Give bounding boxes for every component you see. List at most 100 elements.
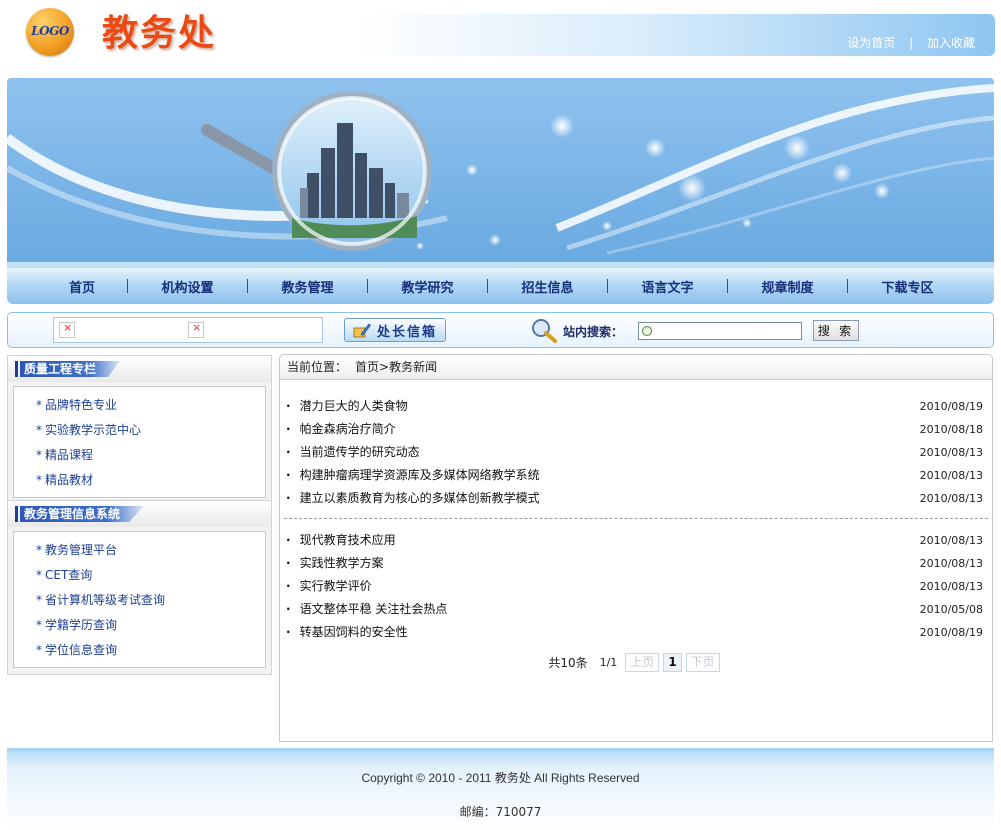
dashed-divider bbox=[284, 518, 988, 519]
nav-cell: 教学研究 bbox=[368, 277, 487, 296]
search-field-icon bbox=[641, 325, 653, 337]
news-date: 2010/08/13 bbox=[919, 469, 983, 482]
nav-item-home[interactable]: 首页 bbox=[69, 277, 95, 296]
breadcrumb-label: 当前位置： bbox=[287, 360, 348, 374]
nav-cell: 首页 bbox=[47, 277, 127, 296]
news-row: 当前遗传学的研究动态 2010/08/13 bbox=[286, 441, 983, 464]
header-accent-bar bbox=[15, 506, 18, 522]
news-title-link[interactable]: 当前遗传学的研究动态 bbox=[286, 441, 420, 464]
sidebar-item-link[interactable]: 学籍学历查询 bbox=[45, 618, 117, 632]
news-title-link[interactable]: 现代教育技术应用 bbox=[286, 529, 396, 552]
nav-item-regulations[interactable]: 规章制度 bbox=[761, 277, 813, 296]
nav-cell: 机构设置 bbox=[128, 277, 247, 296]
nav-item-admissions[interactable]: 招生信息 bbox=[521, 277, 573, 296]
news-date: 2010/05/08 bbox=[919, 603, 983, 616]
nav-item-organization[interactable]: 机构设置 bbox=[161, 277, 213, 296]
news-row: 实践性教学方案 2010/08/13 bbox=[286, 552, 983, 575]
bullet-star: * bbox=[36, 568, 42, 582]
bullet-star: * bbox=[36, 643, 42, 657]
sidebar-item-link[interactable]: 品牌特色专业 bbox=[45, 398, 117, 412]
magnifier-icon bbox=[532, 319, 557, 343]
news-date: 2010/08/13 bbox=[919, 534, 983, 547]
page-indicator: 1/1 bbox=[599, 656, 618, 669]
header-accent-bar bbox=[15, 361, 18, 377]
breadcrumb-path: 首页>教务新闻 bbox=[355, 360, 438, 374]
director-mailbox-button[interactable]: 处长信箱 bbox=[344, 318, 446, 342]
sidebar-item-link[interactable]: 精品课程 bbox=[45, 448, 93, 462]
sidebar-item: * 教务管理平台 bbox=[14, 538, 265, 563]
news-row: 建立以素质教育为核心的多媒体创新教学模式 2010/08/13 bbox=[286, 487, 983, 510]
news-date: 2010/08/18 bbox=[919, 423, 983, 436]
next-page-button[interactable]: 下页 bbox=[685, 653, 720, 672]
current-page[interactable]: 1 bbox=[663, 653, 682, 672]
sidebar-item-link[interactable]: 精品教材 bbox=[45, 473, 93, 487]
sidebar-list: * 品牌特色专业 * 实验教学示范中心 * 精品课程 * 精品教材 bbox=[13, 386, 266, 498]
search-input[interactable] bbox=[638, 322, 802, 340]
sidebar-header: 质量工程专栏 bbox=[8, 356, 271, 382]
sidebar-item-link[interactable]: 学位信息查询 bbox=[45, 643, 117, 657]
nav-cell: 教务管理 bbox=[248, 277, 367, 296]
sidebar-item-link[interactable]: 实验教学示范中心 bbox=[45, 423, 141, 437]
bullet-star: * bbox=[36, 448, 42, 462]
search-button[interactable]: 搜 索 bbox=[813, 320, 859, 341]
prev-page-button[interactable]: 上页 bbox=[625, 653, 660, 672]
nav-item-downloads[interactable]: 下载专区 bbox=[881, 277, 933, 296]
main-nav: 首页 机构设置 教务管理 教学研究 招生信息 语言文字 规章制度 下载专区 bbox=[7, 268, 994, 304]
mailbox-label: 处长信箱 bbox=[377, 324, 438, 340]
login-box bbox=[53, 317, 323, 343]
sidebar-item-link[interactable]: CET查询 bbox=[45, 568, 92, 582]
news-title-link[interactable]: 建立以素质教育为核心的多媒体创新教学模式 bbox=[286, 487, 540, 510]
news-date: 2010/08/19 bbox=[919, 626, 983, 639]
bullet-star: * bbox=[36, 593, 42, 607]
news-row: 转基因饲料的安全性 2010/08/19 bbox=[286, 621, 983, 644]
nav-item-teaching-research[interactable]: 教学研究 bbox=[401, 277, 453, 296]
news-row: 实行教学评价 2010/08/13 bbox=[286, 575, 983, 598]
news-date: 2010/08/13 bbox=[919, 492, 983, 505]
sidebar-item: * 精品教材 bbox=[14, 468, 265, 493]
nav-item-language[interactable]: 语言文字 bbox=[641, 277, 693, 296]
news-date: 2010/08/13 bbox=[919, 446, 983, 459]
pagination: 共10条 1/1 上页 1 下页 bbox=[280, 653, 992, 672]
bullet-star: * bbox=[36, 398, 42, 412]
news-date: 2010/08/19 bbox=[919, 400, 983, 413]
news-date: 2010/08/13 bbox=[919, 557, 983, 570]
record-count: 共10条 bbox=[548, 656, 588, 670]
logo-text: LOGO bbox=[31, 24, 69, 38]
sidebar-item: * 品牌特色专业 bbox=[14, 393, 265, 418]
sidebar-title: 教务管理信息系统 bbox=[20, 506, 145, 522]
nav-item-academic-affairs[interactable]: 教务管理 bbox=[281, 277, 333, 296]
sidebar-item-link[interactable]: 省计算机等级考试查询 bbox=[45, 593, 165, 607]
site-title: 教务处 bbox=[102, 13, 217, 54]
zip-code-text: 邮编：710077 bbox=[459, 805, 542, 819]
top-link-separator: | bbox=[909, 36, 914, 50]
footer: Copyright © 2010 - 2011 教务处 All Rights R… bbox=[7, 748, 994, 830]
news-title-link[interactable]: 语文整体平稳 关注社会热点 bbox=[286, 598, 448, 621]
sidebar-item: * 学位信息查询 bbox=[14, 638, 265, 663]
academic-system-box: 教务管理信息系统 * 教务管理平台 * CET查询 * 省计算机等级考试查询 * 学籍学… bbox=[7, 500, 272, 675]
nav-cell: 规章制度 bbox=[728, 277, 847, 296]
news-date: 2010/08/13 bbox=[919, 580, 983, 593]
add-favorite-link[interactable]: 加入收藏 bbox=[927, 36, 975, 50]
sidebar-item: * 实验教学示范中心 bbox=[14, 418, 265, 443]
bullet-star: * bbox=[36, 618, 42, 632]
set-homepage-link[interactable]: 设为首页 bbox=[847, 36, 895, 50]
news-title-link[interactable]: 帕金森病治疗简介 bbox=[286, 418, 396, 441]
news-row: 现代教育技术应用 2010/08/13 bbox=[286, 529, 983, 552]
bullet-star: * bbox=[36, 543, 42, 557]
news-list: 现代教育技术应用 2010/08/13 实践性教学方案 2010/08/13 实行教… bbox=[280, 529, 992, 644]
news-title-link[interactable]: 潜力巨大的人类食物 bbox=[286, 395, 408, 418]
bullet-star: * bbox=[36, 473, 42, 487]
logo[interactable]: LOGO bbox=[26, 8, 74, 56]
news-title-link[interactable]: 实践性教学方案 bbox=[286, 552, 384, 575]
sidebar-item-link[interactable]: 教务管理平台 bbox=[45, 543, 117, 557]
news-title-link[interactable]: 构建肿瘤病理学资源库及多媒体网络教学系统 bbox=[286, 464, 540, 487]
news-title-link[interactable]: 转基因饲料的安全性 bbox=[286, 621, 408, 644]
sidebar-item: * 精品课程 bbox=[14, 443, 265, 468]
search-bar: 处长信箱 站内搜索： 搜 索 bbox=[7, 312, 994, 348]
news-row: 构建肿瘤病理学资源库及多媒体网络教学系统 2010/08/13 bbox=[286, 464, 983, 487]
news-list: 潜力巨大的人类食物 2010/08/19 帕金森病治疗简介 2010/08/18 当… bbox=[280, 395, 992, 510]
sidebar-header: 教务管理信息系统 bbox=[8, 501, 271, 527]
news-title-link[interactable]: 实行教学评价 bbox=[286, 575, 372, 598]
top-links: 设为首页 | 加入收藏 bbox=[847, 34, 975, 51]
sidebar-item: * CET查询 bbox=[14, 563, 265, 588]
